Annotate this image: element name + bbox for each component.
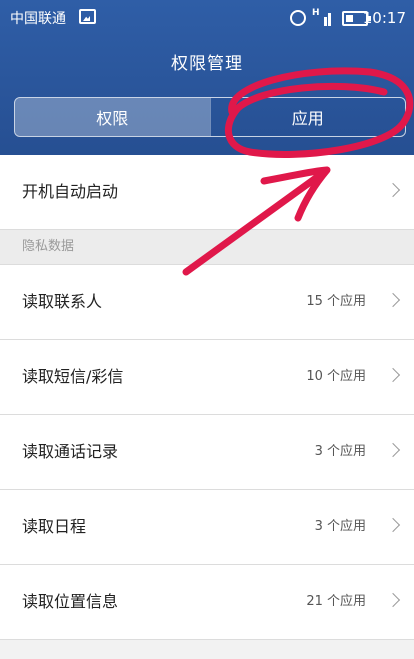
list-item[interactable]: 读取日程 3 个应用 [0, 490, 414, 565]
item-label: 读取日程 [22, 517, 87, 536]
section-header-privacy: 隐私数据 [0, 230, 414, 265]
item-count: 3 个应用 [314, 519, 366, 534]
list-item[interactable]: 读取联系人 15 个应用 [0, 265, 414, 340]
autostart-label: 开机自动启动 [22, 182, 119, 201]
item-label: 读取位置信息 [22, 592, 119, 611]
alarm-icon [290, 10, 306, 26]
chevron-right-icon [385, 517, 401, 533]
chevron-right-icon [385, 592, 401, 608]
chevron-right-icon [385, 292, 401, 308]
tab-bar: 权限 应用 [14, 97, 406, 137]
image-notification-icon [79, 9, 96, 24]
list-item[interactable]: 读取短信/彩信 10 个应用 [0, 340, 414, 415]
chevron-right-icon [385, 182, 401, 198]
chevron-right-icon [385, 367, 401, 383]
item-label: 读取通话记录 [22, 442, 119, 461]
item-count: 21 个应用 [306, 594, 366, 609]
tab-permissions[interactable]: 权限 [15, 98, 210, 136]
carrier-name: 中国联通 [10, 11, 66, 27]
item-count: 10 个应用 [306, 369, 366, 384]
item-count: 3 个应用 [314, 444, 366, 459]
signal-icon: H [312, 8, 338, 26]
list-item[interactable]: 读取位置信息 21 个应用 [0, 565, 414, 640]
app-header: 中国联通 H 10:17 权限管理 权限 应用 [0, 0, 414, 155]
status-bar: 中国联通 H 10:17 [0, 0, 414, 34]
item-label: 读取短信/彩信 [22, 367, 124, 386]
network-type: H [312, 8, 320, 18]
item-count: 15 个应用 [306, 294, 366, 309]
settings-list: 开机自动启动 隐私数据 读取联系人 15 个应用 读取短信/彩信 10 个应用 … [0, 155, 414, 640]
list-item[interactable]: 读取通话记录 3 个应用 [0, 415, 414, 490]
clock: 10:17 [362, 9, 406, 27]
tab-apps[interactable]: 应用 [209, 98, 406, 136]
chevron-right-icon [385, 442, 401, 458]
item-label: 读取联系人 [22, 292, 103, 311]
page-title: 权限管理 [171, 54, 243, 74]
autostart-row[interactable]: 开机自动启动 [0, 155, 414, 230]
